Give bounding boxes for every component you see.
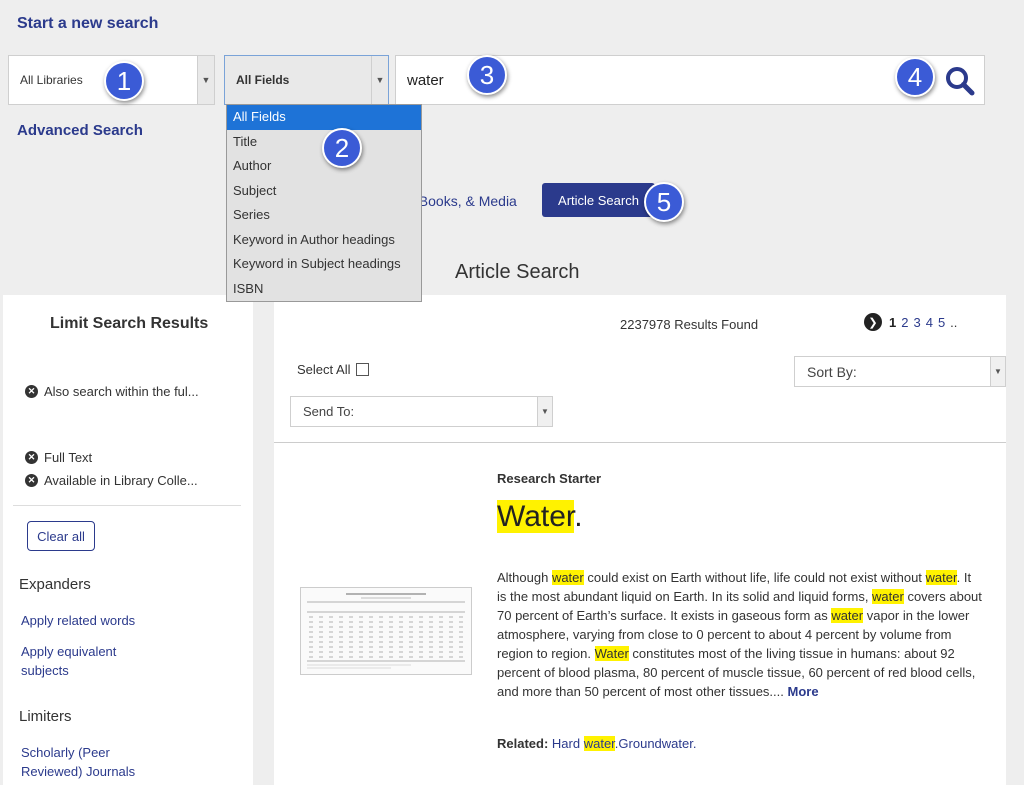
chevron-down-icon: ▼ [537, 397, 552, 426]
remove-icon[interactable]: ✕ [25, 385, 38, 398]
chip-label: Also search within the ful... [44, 384, 199, 399]
annotation-badge-5: 5 [644, 182, 684, 222]
select-all[interactable]: Select All [297, 362, 370, 377]
filter-chip[interactable]: ✕ Full Text [25, 450, 92, 465]
field-option-isbn[interactable]: ISBN [227, 277, 421, 302]
more-link[interactable]: More [788, 684, 819, 699]
chip-label: Full Text [44, 450, 93, 465]
remove-icon[interactable]: ✕ [25, 451, 38, 464]
article-search-button[interactable]: Article Search [542, 183, 655, 217]
section-title: Article Search [455, 261, 580, 283]
field-option-keyword-author[interactable]: Keyword in Author headings [227, 228, 421, 253]
page-link[interactable]: 5 [938, 315, 945, 330]
send-to-select[interactable]: Send To: ▼ [290, 396, 553, 427]
chevron-down-icon: ▼ [990, 357, 1005, 386]
research-starter-abstract: Although water could exist on Earth with… [497, 570, 982, 699]
pagination: ❯ 1 2 3 4 5 .. [864, 313, 957, 331]
remove-icon[interactable]: ✕ [25, 474, 38, 487]
select-all-checkbox[interactable] [356, 363, 370, 376]
clear-all-button[interactable]: Clear all [27, 521, 95, 551]
search-button[interactable] [944, 65, 976, 97]
filter-chip[interactable]: ✕ Also search within the ful... [25, 384, 199, 399]
expander-related-words[interactable]: Apply related words [21, 611, 135, 630]
page-link[interactable]: 2 [901, 315, 908, 330]
divider [274, 442, 1006, 443]
limit-sidebar: Limit Search Results ✕ Also search withi… [3, 295, 253, 785]
results-panel: 2237978 Results Found ❯ 1 2 3 4 5 .. Sel… [274, 295, 1006, 785]
limit-title: Limit Search Results [50, 315, 209, 332]
field-option-series[interactable]: Series [227, 203, 421, 228]
table-thumbnail-image [301, 588, 471, 674]
advanced-search-link[interactable]: Advanced Search [17, 122, 143, 139]
related-groundwater-link[interactable]: Groundwater. [618, 736, 696, 751]
page-link[interactable]: 4 [926, 315, 933, 330]
page-link[interactable]: 1 [889, 315, 896, 330]
research-starter-title[interactable]: Water. [497, 500, 583, 534]
annotation-badge-1: 1 [104, 61, 144, 101]
send-to-label: Send To: [303, 404, 355, 419]
annotation-badge-4: 4 [895, 57, 935, 97]
page-ellipsis: .. [950, 314, 958, 330]
related-links: Related: Hard water.Groundwater. [497, 736, 696, 751]
annotation-badge-3: 3 [467, 55, 507, 95]
field-option-keyword-subject[interactable]: Keyword in Subject headings [227, 252, 421, 277]
field-option-subject[interactable]: Subject [227, 179, 421, 204]
sort-select[interactable]: Sort By: ▼ [794, 356, 1006, 387]
search-icon [946, 67, 975, 96]
related-hard-water-link[interactable]: Hard water. [552, 736, 618, 751]
related-label: Related: [497, 736, 549, 751]
field-dropdown-menu: All Fields Title Author Subject Series K… [226, 104, 422, 302]
field-select[interactable]: All Fields ▼ [224, 55, 389, 105]
search-query: water [407, 71, 444, 89]
field-select-value: All Fields [236, 73, 290, 87]
divider [13, 505, 241, 506]
filter-chip[interactable]: ✕ Available in Library Colle... [25, 473, 198, 488]
start-new-search-link[interactable]: Start a new search [17, 15, 158, 33]
chip-label: Available in Library Colle... [44, 473, 198, 488]
expanders-heading: Expanders [19, 576, 91, 593]
limiters-heading: Limiters [19, 708, 72, 725]
limiter-scholarly[interactable]: Scholarly (Peer Reviewed) Journals [21, 743, 146, 781]
annotation-badge-2: 2 [322, 128, 362, 168]
library-select-value: All Libraries [20, 73, 83, 87]
research-starter-thumbnail[interactable] [300, 587, 472, 675]
title-suffix: . [574, 500, 583, 533]
next-page-icon[interactable]: ❯ [864, 313, 882, 331]
research-starter-label: Research Starter [497, 471, 602, 486]
title-highlight: Water [497, 500, 575, 533]
field-option-all-fields[interactable]: All Fields [227, 105, 421, 130]
expander-equivalent-subjects[interactable]: Apply equivalent subjects [21, 642, 136, 680]
chevron-down-icon: ▼ [371, 56, 388, 104]
sort-label: Sort By: [807, 363, 857, 380]
select-all-label: Select All [297, 362, 351, 377]
chevron-down-icon: ▼ [197, 56, 214, 104]
page-link[interactable]: 3 [913, 315, 920, 330]
results-count: 2237978 Results Found [620, 317, 759, 332]
tab-books-media[interactable]: eBooks, & Media [411, 193, 517, 209]
